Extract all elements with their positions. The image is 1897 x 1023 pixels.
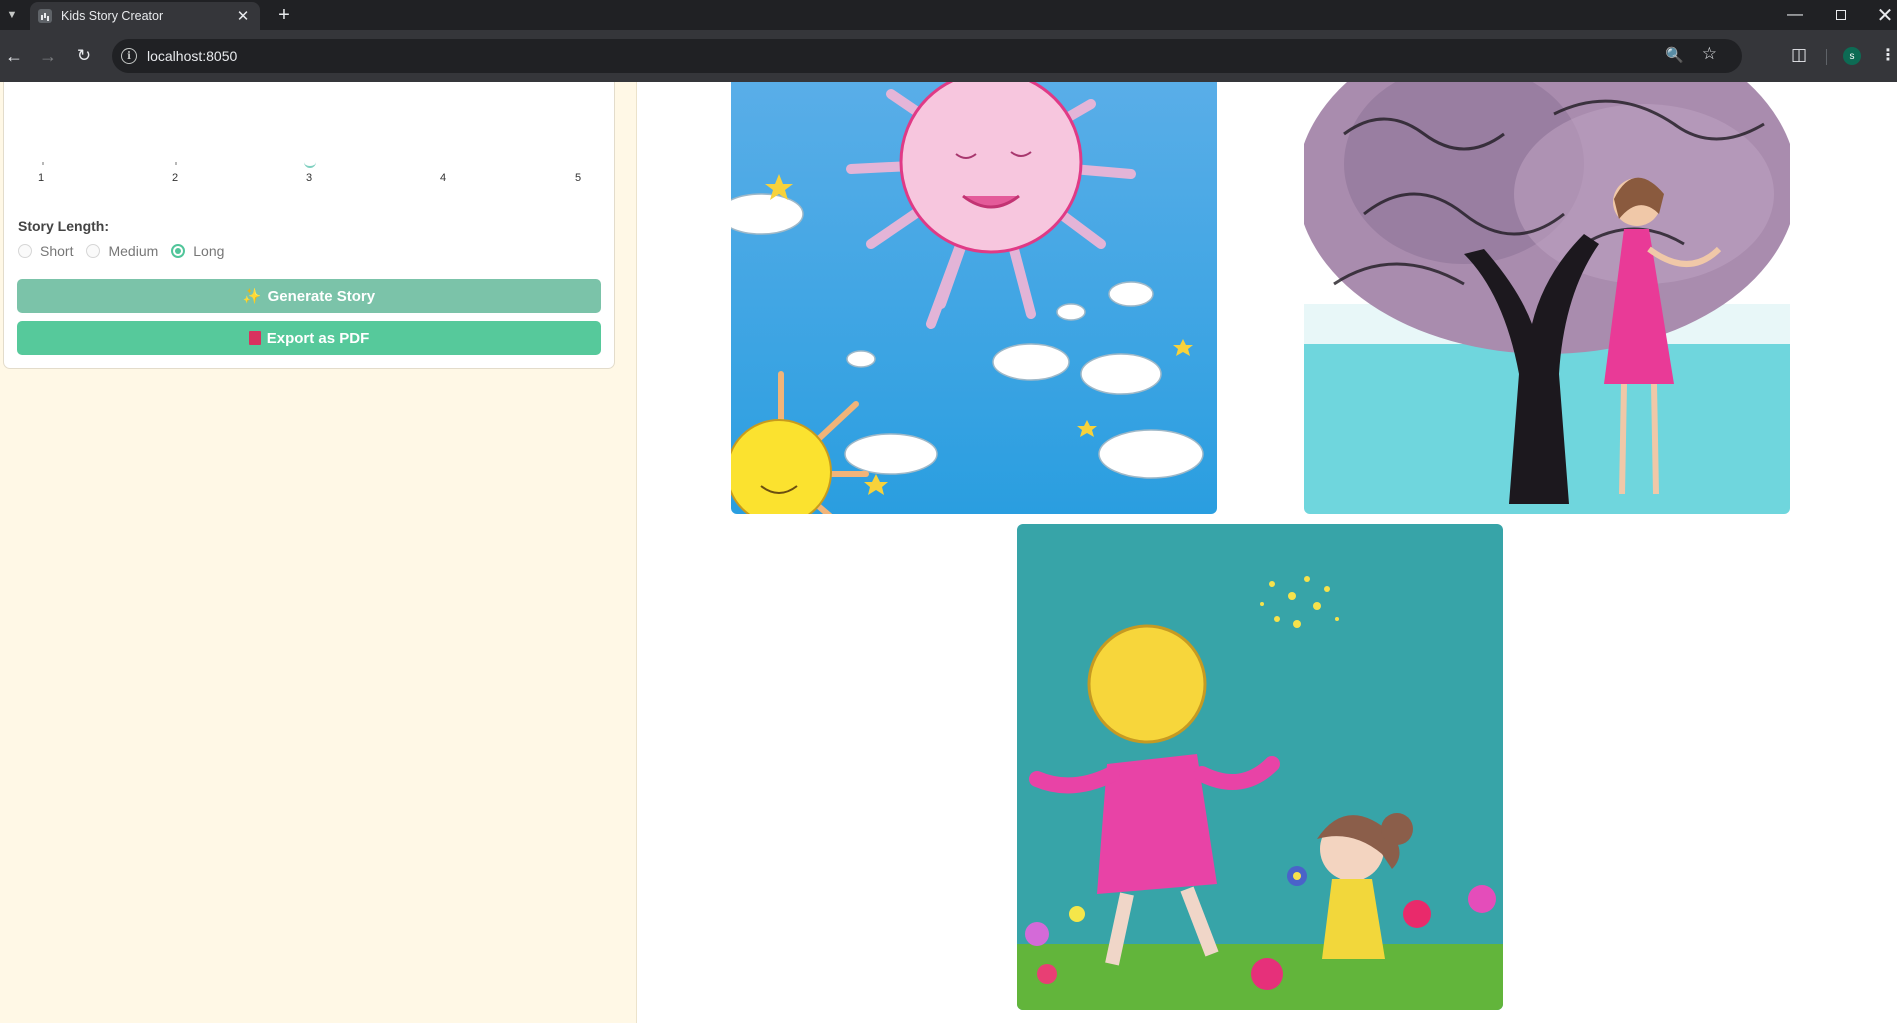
tab-list-chevron-icon[interactable]: ▼ [2,4,22,26]
new-tab-plus-icon[interactable]: + [272,3,296,27]
radio-long-label: Long [193,243,225,259]
window-close-icon[interactable]: ✕ [1862,0,1897,30]
page-content: 1 2 3 4 5 Story Length: Short Medium Lon… [0,82,1897,1023]
radio-short[interactable]: Short [18,243,73,259]
back-arrow-icon[interactable]: ← [2,44,26,68]
window-restore-icon[interactable] [1818,0,1864,30]
export-pdf-button[interactable]: Export as PDF [17,321,601,355]
radio-short-label: Short [40,243,74,259]
browser-menu-icon[interactable]: ⋮ [1880,45,1896,65]
story-length-label: Story Length: [18,218,109,234]
tab-favicon-icon [38,9,52,23]
reload-icon[interactable]: ↻ [72,44,96,68]
age-slider[interactable]: 1 2 3 4 5 [4,82,616,184]
illustration-sun-clouds [731,82,1217,514]
address-bar[interactable]: i localhost:8050 🔍 ☆ [112,39,1742,73]
export-pdf-label: Export as PDF [266,329,370,347]
slider-mark-1: 1 [37,172,45,184]
slider-mark-3: 3 [305,172,313,184]
slider-mark-4: 4 [439,172,447,184]
generate-story-label: Generate Story [267,287,376,305]
illustration-girl-tree [1304,82,1790,514]
radio-long[interactable]: Long [171,243,224,259]
radio-medium[interactable]: Medium [86,243,158,259]
story-length-radio-group: Short Medium Long [18,243,237,259]
window-minimize-icon[interactable]: — [1772,0,1818,30]
radio-medium-label: Medium [108,243,159,259]
profile-avatar[interactable]: s [1843,47,1861,65]
slider-mark-2: 2 [171,172,179,184]
illustration-kids-flowers [1017,524,1503,1010]
book-icon [248,331,261,345]
slider-mark-5: 5 [574,172,582,184]
tab-close-icon[interactable]: ✕ [234,7,252,25]
slider-tick [42,162,44,165]
slider-handle[interactable] [304,162,316,168]
story-illustrations-panel [638,82,1897,1023]
toolbar-divider [1826,49,1827,65]
browser-tab-strip: ▼ Kids Story Creator ✕ + — ✕ [0,0,1897,30]
url-text[interactable]: localhost:8050 [147,48,1742,64]
site-info-icon[interactable]: i [121,48,137,64]
generate-story-button[interactable]: ✨ Generate Story [17,279,601,313]
forward-arrow-icon[interactable]: → [36,44,60,68]
radio-medium-circle[interactable] [86,244,101,258]
bookmark-star-icon[interactable]: ☆ [1702,44,1717,64]
browser-tab[interactable]: Kids Story Creator ✕ [30,2,260,30]
extensions-puzzle-icon[interactable]: ◫ [1789,45,1809,65]
browser-toolbar: ← → ↻ i localhost:8050 🔍 ☆ ◫ s ⋮ [0,30,1897,82]
radio-long-circle[interactable] [171,244,186,258]
slider-tick [175,162,177,165]
sidebar: 1 2 3 4 5 Story Length: Short Medium Lon… [0,82,637,1023]
tab-title: Kids Story Creator [61,9,164,23]
sparkles-icon: ✨ [242,288,262,305]
settings-card: 1 2 3 4 5 Story Length: Short Medium Lon… [3,82,615,369]
zoom-icon[interactable]: 🔍 [1665,46,1684,64]
radio-short-circle[interactable] [18,244,32,258]
